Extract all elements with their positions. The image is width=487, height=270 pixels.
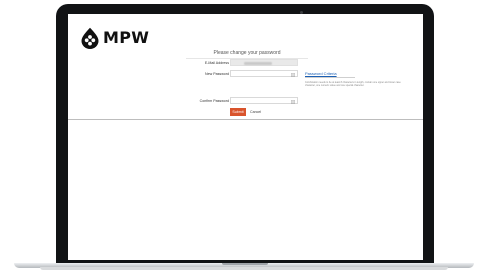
laptop-mockup: MPW Please change your password E-Mail A…	[0, 0, 487, 270]
password-criteria-text: Combination needs to be at least 8 chara…	[305, 81, 401, 88]
criteria-divider	[305, 77, 355, 78]
laptop-hinge-notch	[222, 263, 268, 265]
form-title: Please change your password	[186, 50, 308, 59]
confirm-password-label: Confirm Password	[199, 99, 229, 103]
drop-logo-icon	[81, 27, 99, 49]
cancel-button[interactable]: Cancel	[250, 108, 261, 116]
email-value-redacted	[244, 62, 272, 65]
email-label: E-Mail Address	[204, 61, 229, 65]
brand-name: MPW	[103, 28, 150, 47]
new-password-field[interactable]	[230, 70, 298, 77]
laptop-screen: MPW Please change your password E-Mail A…	[68, 14, 423, 260]
confirm-password-field[interactable]	[230, 97, 298, 104]
eye-icon[interactable]	[291, 99, 295, 104]
password-criteria-link[interactable]: Password Criteria	[305, 71, 337, 76]
email-field[interactable]	[230, 59, 298, 66]
brand-logo[interactable]: MPW	[80, 27, 149, 49]
eye-icon[interactable]	[291, 72, 295, 77]
content-divider	[68, 119, 423, 120]
submit-button[interactable]: Submit	[230, 108, 246, 116]
new-password-label: New Password	[205, 72, 229, 76]
